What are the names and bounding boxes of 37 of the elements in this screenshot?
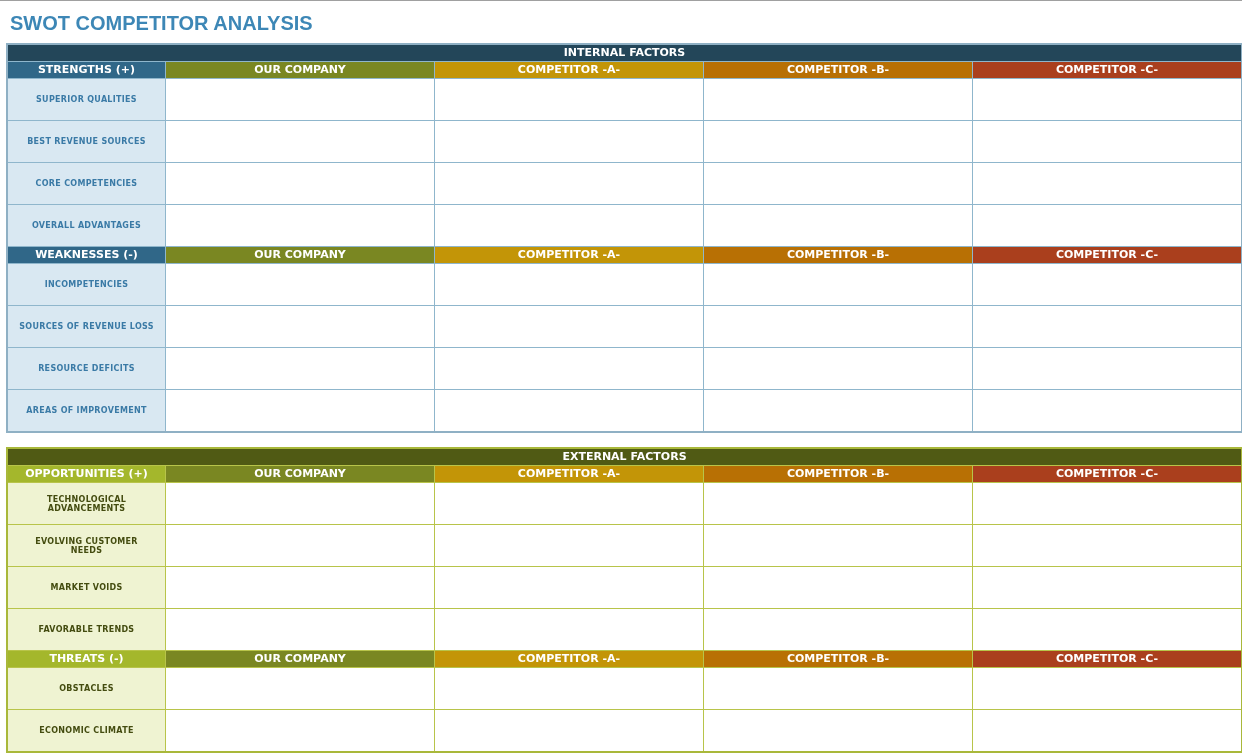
group-header: THREATS (-) (8, 651, 165, 667)
page-title: SWOT COMPETITOR ANALYSIS (10, 11, 313, 35)
group-header: STRENGTHS (+) (8, 62, 165, 78)
row-label: SOURCES OF REVENUE LOSS (8, 306, 165, 347)
column-header: COMPETITOR -C- (973, 466, 1241, 482)
column-header: COMPETITOR -B- (704, 62, 972, 78)
row-label: SUPERIOR QUALITIES (8, 79, 165, 120)
row-label: CORE COMPETENCIES (8, 163, 165, 204)
column-header: COMPETITOR -C- (973, 62, 1241, 78)
group-header: WEAKNESSES (-) (8, 247, 165, 263)
section-heading: EXTERNAL FACTORS (8, 449, 1241, 465)
row-label: ECONOMIC CLIMATE (8, 710, 165, 751)
column-header: COMPETITOR -B- (704, 466, 972, 482)
row-label: INCOMPETENCIES (8, 264, 165, 305)
column-header: OUR COMPANY (166, 62, 434, 78)
section-heading: INTERNAL FACTORS (8, 45, 1241, 61)
column-header: OUR COMPANY (166, 651, 434, 667)
row-label: BEST REVENUE SOURCES (8, 121, 165, 162)
row-label: TECHNOLOGICAL ADVANCEMENTS (8, 483, 165, 524)
column-header: COMPETITOR -A- (435, 466, 703, 482)
column-header: COMPETITOR -C- (973, 651, 1241, 667)
row-label: AREAS OF IMPROVEMENT (8, 390, 165, 431)
column-header: COMPETITOR -A- (435, 62, 703, 78)
column-header: COMPETITOR -B- (704, 247, 972, 263)
row-label: OBSTACLES (8, 668, 165, 709)
column-header: COMPETITOR -A- (435, 651, 703, 667)
row-label: RESOURCE DEFICITS (8, 348, 165, 389)
column-header: OUR COMPANY (166, 247, 434, 263)
row-label: MARKET VOIDS (8, 567, 165, 608)
column-header: COMPETITOR -B- (704, 651, 972, 667)
column-header: OUR COMPANY (166, 466, 434, 482)
row-label: EVOLVING CUSTOMER NEEDS (8, 525, 165, 566)
group-header: OPPORTUNITIES (+) (8, 466, 165, 482)
row-label: OVERALL ADVANTAGES (8, 205, 165, 246)
column-header: COMPETITOR -A- (435, 247, 703, 263)
column-header: COMPETITOR -C- (973, 247, 1241, 263)
row-label: FAVORABLE TRENDS (8, 609, 165, 650)
